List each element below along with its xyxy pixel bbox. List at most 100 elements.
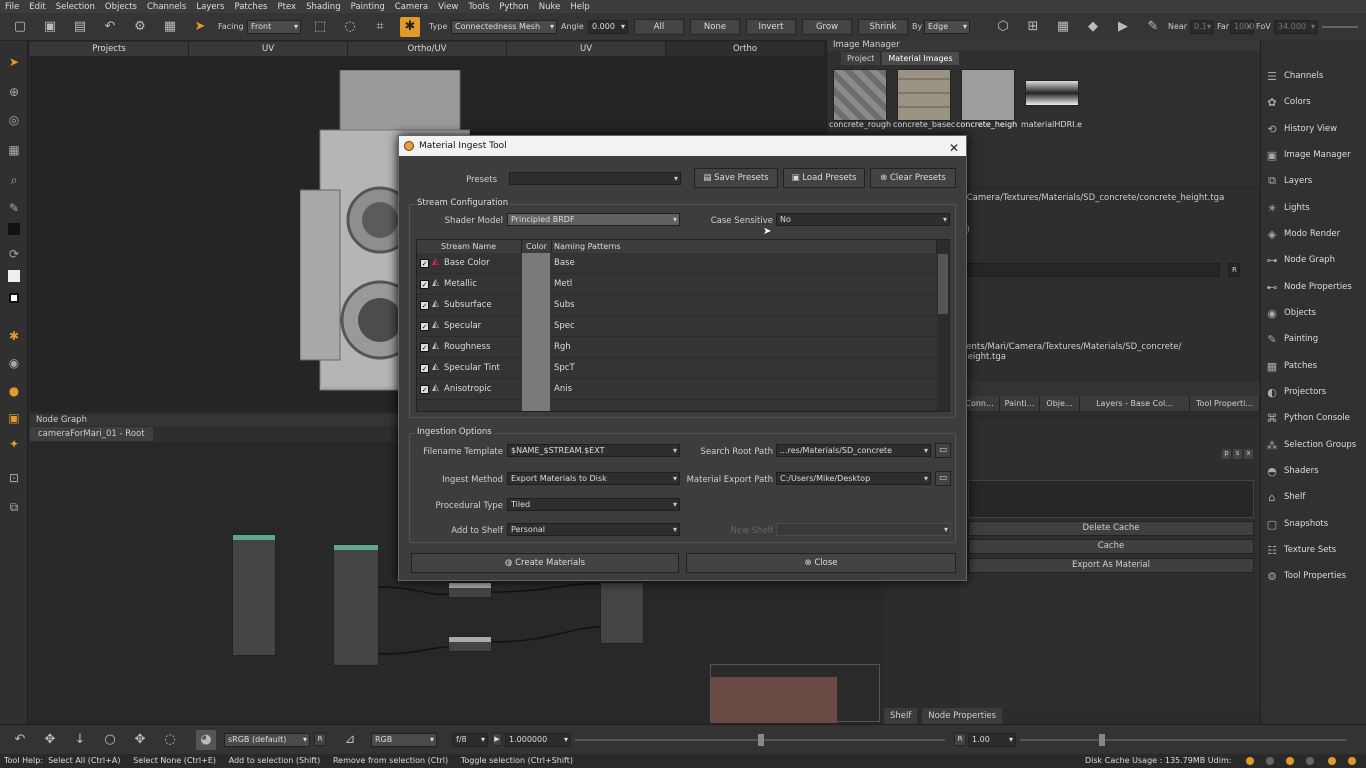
shelf-item-node-graph[interactable]: ⊶ Node Graph bbox=[1265, 249, 1335, 271]
procedural-type-select[interactable]: Tiled bbox=[507, 498, 680, 511]
far-input[interactable]: 1000 bbox=[1230, 20, 1254, 34]
image-thumb-hdri[interactable] bbox=[1025, 80, 1079, 106]
ball-tool-icon[interactable]: ● bbox=[5, 382, 23, 400]
background-color-swatch[interactable] bbox=[8, 270, 20, 282]
menu-edit[interactable]: Edit bbox=[29, 2, 45, 12]
gain-input[interactable]: 1.00 bbox=[968, 733, 1016, 747]
color-swatch[interactable] bbox=[522, 253, 550, 274]
shelf-item-selection-groups[interactable]: ⁂ Selection Groups bbox=[1265, 434, 1357, 456]
color-manager-icon[interactable]: ◕ bbox=[196, 730, 216, 750]
reset-colors-icon[interactable] bbox=[9, 293, 19, 303]
gain-slider[interactable] bbox=[1020, 739, 1346, 741]
invert-button[interactable]: Invert bbox=[746, 19, 796, 35]
menu-objects[interactable]: Objects bbox=[105, 2, 137, 12]
channel-select[interactable]: RGB bbox=[371, 733, 437, 747]
pin-tool-icon[interactable]: ✦ bbox=[5, 435, 23, 453]
paint-icon[interactable]: ✎ bbox=[1143, 17, 1163, 37]
shelf-item-shelf[interactable]: ⌂ Shelf bbox=[1265, 486, 1306, 508]
s-button[interactable]: s bbox=[1233, 449, 1242, 459]
select-tool-icon[interactable]: ➤ bbox=[5, 53, 23, 71]
magnify-tool-icon[interactable]: ⌕ bbox=[5, 171, 23, 189]
color-swatch[interactable] bbox=[522, 358, 550, 379]
table-row[interactable]: ✓ ◭ Base Color Base bbox=[417, 253, 937, 274]
shelf-item-texture-sets[interactable]: ☷ Texture Sets bbox=[1265, 539, 1336, 561]
frame-tool-icon[interactable]: ▣ bbox=[5, 409, 23, 427]
material-export-path-select[interactable]: C:/Users/Mike/Desktop bbox=[776, 472, 931, 485]
naming-pattern[interactable]: SpcT bbox=[554, 363, 575, 373]
menu-help[interactable]: Help bbox=[570, 2, 589, 12]
shelf-item-tool-properties[interactable]: ⚙ Tool Properties bbox=[1265, 565, 1346, 587]
swap-colors-icon[interactable]: ⟳ bbox=[5, 245, 23, 263]
tab-painting[interactable]: Painti... bbox=[1000, 396, 1040, 411]
delete-cache-button[interactable]: Delete Cache bbox=[968, 521, 1254, 536]
pan-icon[interactable]: ✥ bbox=[130, 730, 150, 750]
table-row[interactable]: ✓ ◭ Anisotropic Anis bbox=[417, 379, 937, 400]
tab-uv-2[interactable]: UV bbox=[507, 42, 666, 56]
image-thumb-concrete-rough[interactable] bbox=[833, 69, 887, 121]
p-button[interactable]: p bbox=[1222, 449, 1231, 459]
stream-checkbox[interactable]: ✓ bbox=[420, 280, 429, 289]
stream-checkbox[interactable]: ✓ bbox=[420, 364, 429, 373]
move-icon[interactable]: ✥ bbox=[40, 730, 60, 750]
shelf-item-snapshots[interactable]: ▢ Snapshots bbox=[1265, 513, 1328, 535]
color-swatch[interactable] bbox=[522, 316, 550, 337]
shelf-item-shaders[interactable]: ◓ Shaders bbox=[1265, 460, 1318, 482]
menu-ptex[interactable]: Ptex bbox=[277, 2, 296, 12]
image-r-button[interactable]: R bbox=[1228, 263, 1240, 277]
color-swatch[interactable] bbox=[522, 274, 550, 295]
table-row[interactable] bbox=[417, 400, 937, 411]
menu-nuke[interactable]: Nuke bbox=[539, 2, 561, 12]
color-swatch[interactable] bbox=[522, 337, 550, 358]
cube-view-icon[interactable]: ⬡ bbox=[993, 17, 1013, 37]
tab-uv[interactable]: UV bbox=[189, 42, 348, 56]
rotate-icon[interactable]: ○ bbox=[100, 730, 120, 750]
tab-tool-properties[interactable]: Tool Properti... bbox=[1190, 396, 1260, 411]
table-row[interactable]: ✓ ◭ Roughness Rgh bbox=[417, 337, 937, 358]
shelf-item-modo-render[interactable]: ◈ Modo Render bbox=[1265, 223, 1340, 245]
lock-icon[interactable]: ▦ bbox=[160, 17, 180, 37]
brush-tool-icon[interactable]: ✎ bbox=[5, 199, 23, 217]
stream-checkbox[interactable]: ✓ bbox=[420, 322, 429, 331]
by-select[interactable]: Edge bbox=[924, 20, 970, 34]
colorspace-select[interactable]: sRGB (default) bbox=[224, 733, 310, 747]
color-swatch[interactable] bbox=[522, 400, 550, 411]
film-icon[interactable]: ▶ bbox=[1113, 17, 1133, 37]
menu-camera[interactable]: Camera bbox=[395, 2, 428, 12]
paint-through-tool-icon[interactable]: ◎ bbox=[5, 111, 23, 129]
menu-layers[interactable]: Layers bbox=[196, 2, 224, 12]
select-all-button[interactable]: All bbox=[634, 19, 684, 35]
grow-button[interactable]: Grow bbox=[802, 19, 852, 35]
shelf-item-colors[interactable]: ✿ Colors bbox=[1265, 91, 1310, 113]
menu-shading[interactable]: Shading bbox=[306, 2, 341, 12]
gamma-icon[interactable]: ⊿ bbox=[340, 730, 360, 750]
menu-selection[interactable]: Selection bbox=[56, 2, 95, 12]
column-color[interactable]: Color bbox=[522, 240, 552, 253]
connected-select-icon[interactable]: ✱ bbox=[400, 17, 420, 37]
foreground-color-swatch[interactable] bbox=[8, 223, 20, 235]
color-swatch[interactable] bbox=[522, 295, 550, 316]
shaded-icon[interactable]: ◆ bbox=[1083, 17, 1103, 37]
node-graph-minimap[interactable] bbox=[710, 664, 880, 723]
new-shelf-input[interactable] bbox=[776, 523, 951, 536]
facing-select[interactable]: Front bbox=[247, 20, 301, 34]
column-stream-name[interactable]: Stream Name bbox=[417, 240, 522, 253]
close-file-icon[interactable]: ▣ bbox=[40, 17, 60, 37]
x-button[interactable]: x bbox=[1244, 449, 1253, 459]
grid-icon[interactable]: ▦ bbox=[1053, 17, 1073, 37]
gain-slider-handle[interactable] bbox=[1099, 734, 1105, 746]
layers-tool-icon[interactable]: ⧉ bbox=[5, 498, 23, 516]
shelf-item-layers[interactable]: ⧉ Layers bbox=[1265, 170, 1312, 192]
stream-checkbox[interactable]: ✓ bbox=[420, 301, 429, 310]
camera-tool-icon[interactable]: ⊡ bbox=[5, 469, 23, 487]
breadcrumb-root[interactable]: cameraForMari_01 - Root bbox=[30, 427, 153, 441]
add-to-shelf-select[interactable]: Personal bbox=[507, 523, 680, 536]
shelf-item-python-console[interactable]: ⌘ Python Console bbox=[1265, 407, 1350, 429]
tab-material-images[interactable]: Material Images bbox=[882, 52, 959, 65]
menu-painting[interactable]: Painting bbox=[351, 2, 385, 12]
naming-pattern[interactable]: Anis bbox=[554, 384, 572, 394]
tab-objects[interactable]: Obje... bbox=[1040, 396, 1080, 411]
search-root-path-select[interactable]: ...res/Materials/SD_concrete bbox=[776, 444, 931, 457]
stream-checkbox[interactable]: ✓ bbox=[420, 343, 429, 352]
stream-checkbox[interactable]: ✓ bbox=[420, 385, 429, 394]
presets-select[interactable] bbox=[509, 172, 681, 185]
